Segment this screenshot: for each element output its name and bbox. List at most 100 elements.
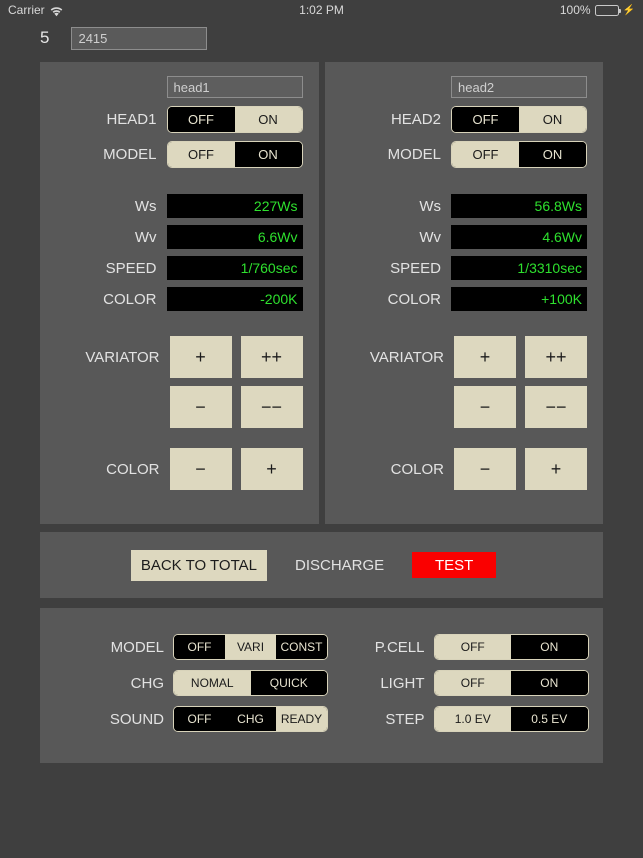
channel-number: 5 (40, 28, 50, 47)
top-bar: 5 2415 (0, 20, 643, 56)
head1-variator-label: VARIATOR (85, 348, 160, 366)
setting-model-option-vari[interactable]: VARI (225, 635, 276, 659)
head1-variator-minusminus-button[interactable]: −− (240, 386, 303, 428)
head2-color-plus-button[interactable]: + (525, 448, 587, 490)
setting-pcell-segmented[interactable]: OFF ON (433, 634, 589, 660)
head1-color-row: COLOR -200K (56, 287, 303, 311)
head2-ws-row: Ws 56.8Ws (341, 194, 587, 218)
head1-color-label: COLOR (103, 290, 157, 308)
head1-model-option-on[interactable]: ON (234, 142, 302, 167)
settings-panel: MODEL OFF VARI CONST CHG NOMAL QUICK SOU… (40, 608, 603, 763)
head1-variator-minus-button[interactable]: − (169, 386, 232, 428)
test-button[interactable]: TEST (412, 552, 497, 578)
head2-color-row: COLOR +100K (341, 287, 587, 311)
setting-pcell-row: P.CELL OFF ON (353, 634, 604, 660)
head1-model-label: MODEL (103, 146, 157, 163)
setting-light-segmented[interactable]: OFF ON (433, 670, 589, 696)
setting-model-segmented[interactable]: OFF VARI CONST (173, 634, 328, 660)
head2-model-segmented[interactable]: OFF ON (451, 141, 587, 168)
head2-power-row: HEAD2 OFF ON (341, 106, 587, 133)
setting-pcell-option-on[interactable]: ON (511, 635, 588, 659)
head2-variator-minusminus-button[interactable]: −− (525, 386, 587, 428)
head2-name-row: head2 (341, 76, 587, 98)
head-panel-1: head1 HEAD1 OFF ON MODEL OFF ON Ws 227Ws… (40, 62, 319, 524)
setting-light-option-off[interactable]: OFF (434, 671, 511, 695)
setting-sound-label: SOUND (109, 710, 164, 728)
head1-variator-down-row: − −− (56, 386, 303, 428)
head2-color-label: COLOR (387, 290, 441, 308)
heads-row: head1 HEAD1 OFF ON MODEL OFF ON Ws 227Ws… (40, 62, 603, 524)
setting-sound-row: SOUND OFF CHG READY (92, 706, 343, 732)
head1-wv-row: Wv 6.6Wv (56, 225, 303, 249)
head2-variator-minus-button[interactable]: − (454, 386, 516, 428)
head1-color-button-row: COLOR − + (56, 448, 303, 490)
head2-ws-value: 56.8Ws (451, 194, 587, 218)
settings-column-right: P.CELL OFF ON LIGHT OFF ON STEP 1.0 EV 0… (343, 634, 604, 763)
head2-color-button-row: COLOR − + (341, 448, 587, 490)
head1-model-segmented[interactable]: OFF ON (166, 141, 303, 168)
head2-power-label: HEAD2 (390, 111, 441, 128)
head2-speed-row: SPEED 1/3310sec (341, 256, 587, 280)
setting-model-label: MODEL (110, 638, 164, 656)
setting-light-label: LIGHT (380, 674, 425, 692)
setting-model-option-const[interactable]: CONST (276, 635, 327, 659)
setting-chg-option-quick[interactable]: QUICK (250, 671, 327, 695)
battery-percent-label: 100% (559, 3, 591, 17)
head1-power-segmented[interactable]: OFF ON (166, 106, 303, 133)
head1-color-button-label: COLOR (106, 460, 160, 478)
head1-variator-plus-button[interactable]: + (169, 336, 232, 378)
lightning-bolt-icon: ⚡ (622, 4, 635, 16)
setting-step-segmented[interactable]: 1.0 EV 0.5 EV (433, 706, 589, 732)
head1-speed-row: SPEED 1/760sec (56, 256, 303, 280)
setting-model-option-off[interactable]: OFF (174, 635, 225, 659)
setting-sound-option-ready[interactable]: READY (276, 707, 327, 731)
setting-step-label: STEP (385, 710, 425, 728)
setting-sound-option-chg[interactable]: CHG (225, 707, 276, 731)
carrier-label: Carrier (8, 3, 45, 17)
setting-step-option-05ev[interactable]: 0.5 EV (511, 707, 588, 731)
head2-variator-label: VARIATOR (369, 348, 444, 366)
discharge-button[interactable]: DISCHARGE (295, 557, 384, 574)
head1-name-row: head1 (56, 76, 303, 98)
setting-chg-segmented[interactable]: NOMAL QUICK (173, 670, 328, 696)
setting-pcell-option-off[interactable]: OFF (434, 635, 511, 659)
setting-step-option-1ev[interactable]: 1.0 EV (434, 707, 511, 731)
head1-model-option-off[interactable]: OFF (167, 142, 235, 167)
setting-step-row: STEP 1.0 EV 0.5 EV (353, 706, 604, 732)
setting-chg-label: CHG (130, 674, 164, 692)
total-power-input[interactable]: 2415 (71, 26, 208, 50)
head1-color-plus-button[interactable]: + (240, 448, 303, 490)
head1-power-option-off[interactable]: OFF (167, 107, 235, 132)
head2-ws-label: Ws (419, 197, 441, 215)
head2-model-option-off[interactable]: OFF (452, 142, 519, 167)
head1-power-option-on[interactable]: ON (234, 107, 302, 132)
setting-light-option-on[interactable]: ON (511, 671, 588, 695)
setting-light-row: LIGHT OFF ON (353, 670, 604, 696)
head2-model-option-on[interactable]: ON (519, 142, 586, 167)
head-panel-2: head2 HEAD2 OFF ON MODEL OFF ON Ws 56.8W… (324, 62, 603, 524)
head1-variator-plusplus-button[interactable]: ++ (240, 336, 303, 378)
head2-wv-value: 4.6Wv (451, 225, 587, 249)
head2-variator-plusplus-button[interactable]: ++ (525, 336, 587, 378)
head2-name-input[interactable]: head2 (451, 76, 587, 98)
head2-color-minus-button[interactable]: − (454, 448, 516, 490)
head1-speed-value: 1/760sec (166, 256, 303, 280)
head1-color-minus-button[interactable]: − (169, 448, 232, 490)
head1-power-label: HEAD1 (106, 111, 157, 128)
head2-power-option-off[interactable]: OFF (452, 107, 519, 132)
head2-color-button-label: COLOR (390, 460, 444, 478)
head2-power-option-on[interactable]: ON (519, 107, 586, 132)
wifi-icon (50, 6, 63, 17)
head1-ws-label: Ws (134, 197, 157, 215)
head1-color-value: -200K (166, 287, 303, 311)
head1-name-input[interactable]: head1 (166, 76, 303, 98)
head2-power-segmented[interactable]: OFF ON (451, 106, 587, 133)
head1-power-row: HEAD1 OFF ON (56, 106, 303, 133)
setting-chg-option-nomal[interactable]: NOMAL (174, 671, 251, 695)
head2-variator-plus-button[interactable]: + (454, 336, 516, 378)
setting-pcell-label: P.CELL (374, 638, 425, 656)
setting-sound-segmented[interactable]: OFF CHG READY (173, 706, 328, 732)
head2-speed-value: 1/3310sec (451, 256, 587, 280)
back-to-total-button[interactable]: BACK TO TOTAL (130, 549, 267, 581)
setting-sound-option-off[interactable]: OFF (174, 707, 225, 731)
